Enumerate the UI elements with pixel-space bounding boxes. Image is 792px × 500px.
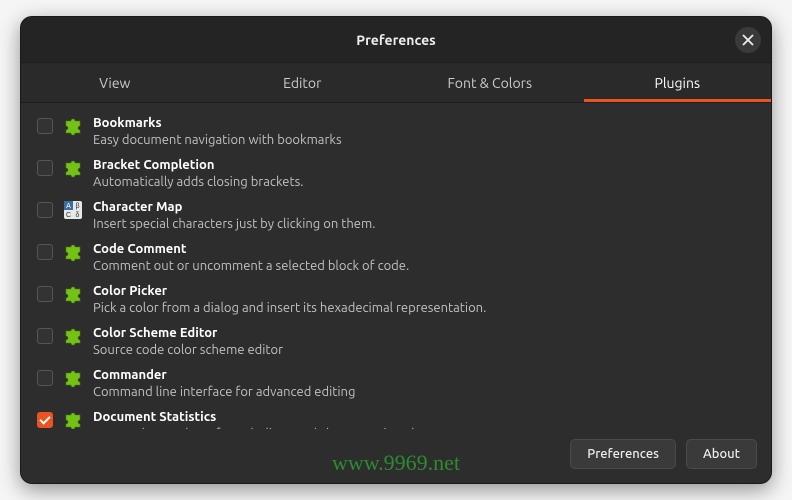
close-icon [742, 34, 754, 46]
plugin-description: Pick a color from a dialog and insert it… [93, 300, 755, 317]
plugin-preferences-button[interactable]: Preferences [570, 439, 676, 469]
tab-font-colors[interactable]: Font & Colors [396, 63, 584, 102]
plugin-row[interactable]: Document StatisticsReport the number of … [21, 405, 771, 429]
plugin-list: BookmarksEasy document navigation with b… [21, 103, 771, 429]
tab-bar: View Editor Font & Colors Plugins [21, 63, 771, 103]
plugin-checkbox[interactable] [37, 202, 53, 218]
plugin-name: Color Scheme Editor [93, 325, 755, 342]
svg-text:A: A [66, 203, 71, 210]
plugin-row[interactable]: CommanderCommand line interface for adva… [21, 363, 771, 405]
plugin-text: CommanderCommand line interface for adva… [93, 367, 755, 401]
plugin-description: Command line interface for advanced edit… [93, 384, 755, 401]
plugin-checkbox[interactable] [37, 370, 53, 386]
puzzle-icon [63, 284, 83, 304]
plugin-description: Easy document navigation with bookmarks [93, 132, 755, 149]
plugin-name: Bookmarks [93, 115, 755, 132]
preferences-window: Preferences View Editor Font & Colors Pl… [20, 16, 772, 484]
plugin-description: Automatically adds closing brackets. [93, 174, 755, 191]
puzzle-icon [63, 410, 83, 429]
plugin-name: Bracket Completion [93, 157, 755, 174]
puzzle-icon [63, 116, 83, 136]
plugin-checkbox[interactable] [37, 286, 53, 302]
plugin-text: Document StatisticsReport the number of … [93, 409, 755, 429]
plugin-text: Color PickerPick a color from a dialog a… [93, 283, 755, 317]
plugin-row[interactable]: Code CommentComment out or uncomment a s… [21, 237, 771, 279]
plugin-description: Source code color scheme editor [93, 342, 755, 359]
tab-label: Font & Colors [447, 75, 532, 91]
plugin-name: Character Map [93, 199, 755, 216]
window-title: Preferences [356, 32, 436, 48]
plugin-checkbox[interactable] [37, 328, 53, 344]
plugin-row[interactable]: Color PickerPick a color from a dialog a… [21, 279, 771, 321]
plugin-row[interactable]: Bracket CompletionAutomatically adds clo… [21, 153, 771, 195]
charmap-icon: AβCδ [63, 200, 83, 220]
puzzle-icon [63, 326, 83, 346]
plugin-name: Code Comment [93, 241, 755, 258]
tab-editor[interactable]: Editor [209, 63, 397, 102]
plugin-description: Insert special characters just by clicki… [93, 216, 755, 233]
about-button[interactable]: About [686, 439, 757, 469]
puzzle-icon [63, 158, 83, 178]
plugin-checkbox[interactable] [37, 160, 53, 176]
svg-text:C: C [66, 212, 71, 219]
plugin-checkbox[interactable] [37, 244, 53, 260]
plugin-text: BookmarksEasy document navigation with b… [93, 115, 755, 149]
tab-view[interactable]: View [21, 63, 209, 102]
plugin-text: Bracket CompletionAutomatically adds clo… [93, 157, 755, 191]
tab-label: View [99, 75, 130, 91]
plugin-row[interactable]: Color Scheme EditorSource code color sch… [21, 321, 771, 363]
plugin-text: Color Scheme EditorSource code color sch… [93, 325, 755, 359]
tab-plugins[interactable]: Plugins [584, 63, 772, 102]
plugin-name: Color Picker [93, 283, 755, 300]
plugin-name: Document Statistics [93, 409, 755, 426]
tab-label: Plugins [654, 75, 700, 91]
plugin-text: Character MapInsert special characters j… [93, 199, 755, 233]
puzzle-icon [63, 242, 83, 262]
plugin-row[interactable]: AβCδ Character MapInsert special characte… [21, 195, 771, 237]
svg-text:β: β [75, 203, 79, 210]
plugin-name: Commander [93, 367, 755, 384]
dialog-footer: Preferences About [21, 429, 771, 483]
plugin-description: Comment out or uncomment a selected bloc… [93, 258, 755, 275]
tab-label: Editor [283, 75, 321, 91]
plugin-row[interactable]: BookmarksEasy document navigation with b… [21, 111, 771, 153]
plugin-text: Code CommentComment out or uncomment a s… [93, 241, 755, 275]
plugin-checkbox[interactable] [37, 412, 53, 428]
close-button[interactable] [735, 27, 761, 53]
svg-text:δ: δ [76, 212, 80, 219]
puzzle-icon [63, 368, 83, 388]
titlebar: Preferences [21, 17, 771, 63]
plugin-checkbox[interactable] [37, 118, 53, 134]
